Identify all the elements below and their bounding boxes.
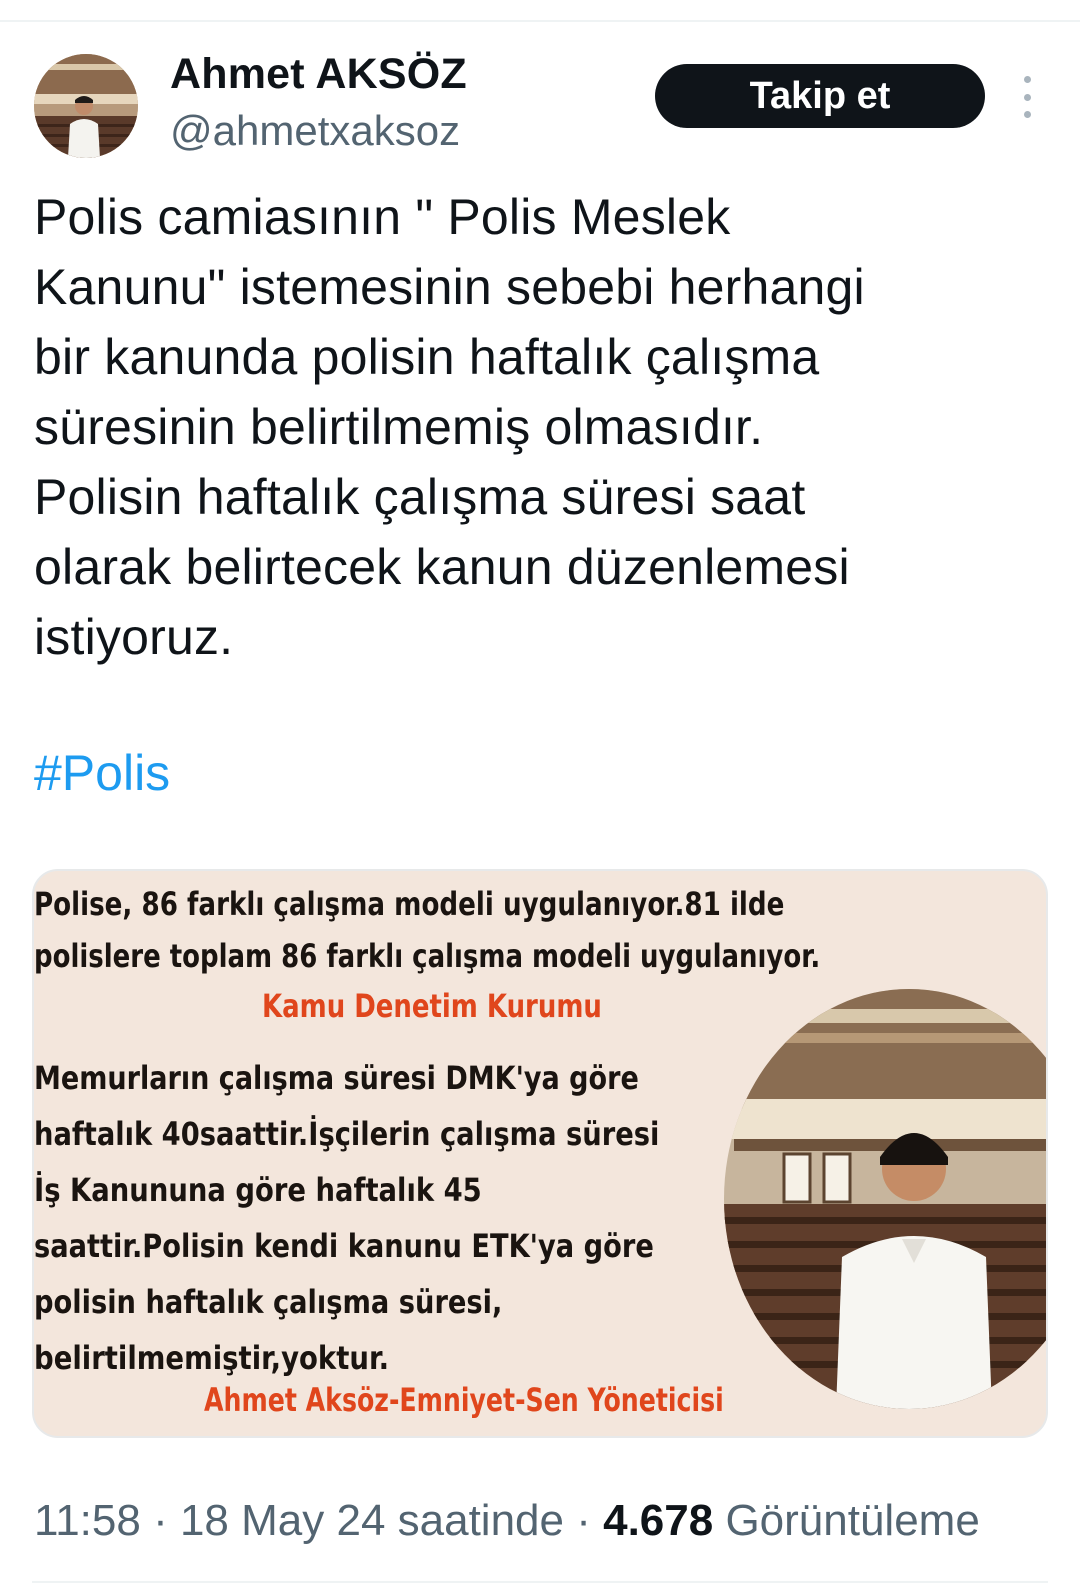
meta-separator: · [140, 1496, 180, 1545]
views-label: Görüntüleme [713, 1496, 980, 1545]
media-headline-line: Polise, 86 farklı çalışma modeli uygulan… [34, 885, 785, 923]
avatar-photo-icon [34, 54, 138, 158]
media-body-line: polisin haftalık çalışma süresi, [34, 1283, 503, 1321]
portrait-photo-icon [724, 989, 1046, 1409]
views-count: 4.678 [603, 1496, 714, 1545]
media-source: Kamu Denetim Kurumu [262, 987, 602, 1025]
media-body-line: belirtilmemiştir,yoktur. [34, 1339, 390, 1377]
more-vertical-icon[interactable] [1016, 76, 1038, 118]
more-dot [1023, 111, 1031, 118]
tweet-time[interactable]: 11:58 [34, 1496, 141, 1545]
tweet-media-image[interactable]: Polise, 86 farklı çalışma modeli uygulan… [32, 869, 1048, 1438]
media-body-line: İş Kanununa göre haftalık 45 [34, 1171, 482, 1209]
author-avatar[interactable] [34, 54, 138, 158]
tweet-text: Polis camiasının " Polis Meslek Kanunu" … [34, 189, 865, 665]
author-handle[interactable]: @ahmetxaksoz [170, 107, 460, 155]
author-name[interactable]: Ahmet AKSÖZ [170, 50, 467, 99]
tweet-meta: 11:58 · 18 May 24 saatinde · 4.678 Görün… [34, 1496, 980, 1546]
tweet-date[interactable]: 18 May 24 saatinde [180, 1496, 564, 1545]
media-headline-line: polislere toplam 86 farklı çalışma model… [34, 937, 821, 975]
media-signature: Ahmet Aksöz-Emniyet-Sen Yöneticisi [204, 1381, 724, 1419]
hashtag-link[interactable]: #Polis [34, 738, 170, 808]
meta-separator: · [564, 1496, 604, 1545]
media-portrait-photo [724, 989, 1046, 1409]
media-body-line: saattir.Polisin kendi kanunu ETK'ya göre [34, 1227, 654, 1265]
media-body-line: haftalık 40saattir.İşçilerin çalışma sür… [34, 1115, 660, 1153]
more-dot [1023, 76, 1031, 83]
media-body-line: Memurların çalışma süresi DMK'ya göre [34, 1059, 639, 1097]
bottom-divider [32, 1581, 1048, 1583]
follow-button[interactable]: Takip et [655, 64, 985, 128]
top-divider [0, 20, 1080, 22]
more-dot [1023, 93, 1031, 101]
